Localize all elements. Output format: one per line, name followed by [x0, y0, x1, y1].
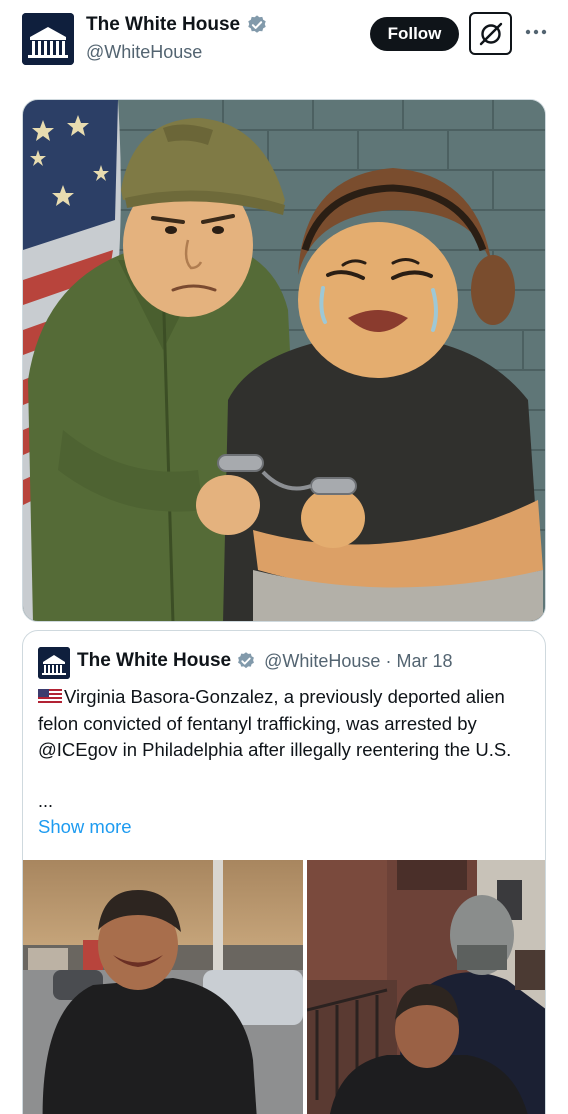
quoted-photo-1[interactable]	[23, 860, 303, 1114]
grok-button[interactable]	[469, 12, 512, 55]
meta-separator: ·	[385, 650, 392, 671]
quoted-author-name[interactable]: The White House	[77, 650, 231, 672]
verified-badge-icon	[248, 15, 266, 33]
quoted-photo-2[interactable]	[307, 860, 545, 1114]
author-name-row: The White House	[86, 14, 268, 36]
more-options-button[interactable]	[522, 20, 550, 44]
quoted-text-body: Virginia Basora-Gonzalez, a previously d…	[38, 686, 512, 760]
more-dots-icon	[525, 29, 547, 35]
us-flag-icon	[38, 689, 62, 705]
quoted-post[interactable]: The White House @WhiteHouse · Mar 18 Vir…	[22, 630, 546, 1114]
quoted-date[interactable]: Mar 18	[396, 651, 452, 672]
post-header: The White House @WhiteHouse Follow	[0, 0, 568, 80]
white-house-logo-icon	[22, 13, 74, 65]
post-image[interactable]	[22, 99, 546, 622]
truncation-ellipsis: ...	[38, 791, 54, 811]
author-handle: @WhiteHouse	[86, 42, 203, 62]
white-house-logo-icon	[38, 647, 70, 679]
quoted-author-handle: @WhiteHouse	[264, 650, 381, 671]
grok-icon	[479, 22, 502, 45]
quoted-meta: The White House @WhiteHouse · Mar 18	[77, 650, 452, 672]
illustration-image	[23, 100, 545, 621]
verified-badge-icon	[238, 652, 255, 669]
author-name[interactable]: The White House	[86, 14, 240, 36]
follow-button[interactable]: Follow	[370, 17, 459, 51]
show-more-link[interactable]: Show more	[38, 816, 132, 838]
quoted-text: Virginia Basora-Gonzalez, a previously d…	[38, 684, 528, 764]
arrest-photo-image	[23, 860, 303, 1114]
quoted-avatar[interactable]	[38, 647, 70, 679]
arrest-photo-image	[307, 860, 545, 1114]
avatar[interactable]	[22, 13, 74, 65]
